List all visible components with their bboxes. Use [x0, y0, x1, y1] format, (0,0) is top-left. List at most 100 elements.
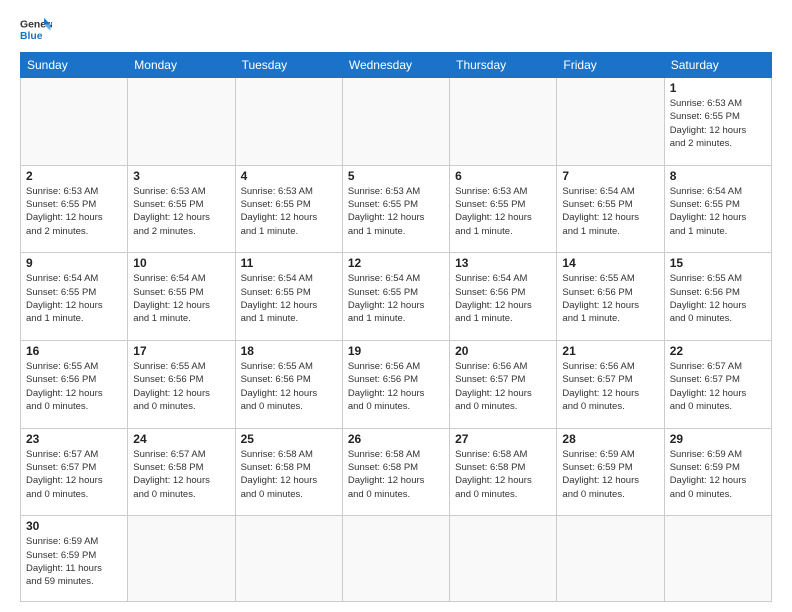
calendar-cell: 19 Sunrise: 6:56 AM Sunset: 6:56 PM Dayli…	[342, 341, 449, 429]
day-number: 5	[348, 169, 444, 183]
calendar-cell	[342, 516, 449, 602]
day-number: 9	[26, 256, 122, 270]
calendar-cell	[557, 516, 664, 602]
day-info: Sunrise: 6:57 AM Sunset: 6:57 PM Dayligh…	[670, 360, 766, 413]
day-number: 15	[670, 256, 766, 270]
day-info: Sunrise: 6:58 AM Sunset: 6:58 PM Dayligh…	[455, 448, 551, 501]
day-number: 28	[562, 432, 658, 446]
calendar-cell: 5 Sunrise: 6:53 AM Sunset: 6:55 PM Daylig…	[342, 165, 449, 253]
day-number: 6	[455, 169, 551, 183]
day-number: 29	[670, 432, 766, 446]
calendar-cell	[235, 516, 342, 602]
day-info: Sunrise: 6:54 AM Sunset: 6:55 PM Dayligh…	[133, 272, 229, 325]
day-number: 23	[26, 432, 122, 446]
calendar-cell	[342, 78, 449, 166]
generalblue-logo-icon: General Blue	[20, 16, 52, 44]
calendar-cell: 6 Sunrise: 6:53 AM Sunset: 6:55 PM Daylig…	[450, 165, 557, 253]
day-info: Sunrise: 6:57 AM Sunset: 6:58 PM Dayligh…	[133, 448, 229, 501]
day-number: 24	[133, 432, 229, 446]
calendar-cell: 18 Sunrise: 6:55 AM Sunset: 6:56 PM Dayli…	[235, 341, 342, 429]
day-info: Sunrise: 6:55 AM Sunset: 6:56 PM Dayligh…	[26, 360, 122, 413]
calendar-cell	[235, 78, 342, 166]
calendar-cell: 9 Sunrise: 6:54 AM Sunset: 6:55 PM Daylig…	[21, 253, 128, 341]
weekday-header-sunday: Sunday	[21, 53, 128, 78]
calendar-cell: 27 Sunrise: 6:58 AM Sunset: 6:58 PM Dayli…	[450, 428, 557, 516]
day-number: 8	[670, 169, 766, 183]
day-number: 14	[562, 256, 658, 270]
calendar-cell: 22 Sunrise: 6:57 AM Sunset: 6:57 PM Dayli…	[664, 341, 771, 429]
day-info: Sunrise: 6:55 AM Sunset: 6:56 PM Dayligh…	[670, 272, 766, 325]
calendar-cell: 2 Sunrise: 6:53 AM Sunset: 6:55 PM Daylig…	[21, 165, 128, 253]
calendar-cell: 26 Sunrise: 6:58 AM Sunset: 6:58 PM Dayli…	[342, 428, 449, 516]
day-info: Sunrise: 6:56 AM Sunset: 6:57 PM Dayligh…	[455, 360, 551, 413]
weekday-header-wednesday: Wednesday	[342, 53, 449, 78]
weekday-header-monday: Monday	[128, 53, 235, 78]
day-info: Sunrise: 6:54 AM Sunset: 6:55 PM Dayligh…	[670, 185, 766, 238]
calendar-table: SundayMondayTuesdayWednesdayThursdayFrid…	[20, 52, 772, 602]
day-number: 16	[26, 344, 122, 358]
day-info: Sunrise: 6:56 AM Sunset: 6:56 PM Dayligh…	[348, 360, 444, 413]
day-info: Sunrise: 6:54 AM Sunset: 6:55 PM Dayligh…	[241, 272, 337, 325]
day-number: 2	[26, 169, 122, 183]
calendar-cell: 1 Sunrise: 6:53 AM Sunset: 6:55 PM Daylig…	[664, 78, 771, 166]
day-info: Sunrise: 6:53 AM Sunset: 6:55 PM Dayligh…	[26, 185, 122, 238]
svg-text:Blue: Blue	[20, 31, 43, 42]
calendar-cell: 13Sunrise: 6:54 AM Sunset: 6:56 PM Dayli…	[450, 253, 557, 341]
weekday-header-tuesday: Tuesday	[235, 53, 342, 78]
day-number: 10	[133, 256, 229, 270]
day-number: 30	[26, 519, 122, 533]
day-info: Sunrise: 6:59 AM Sunset: 6:59 PM Dayligh…	[670, 448, 766, 501]
weekday-header-friday: Friday	[557, 53, 664, 78]
day-info: Sunrise: 6:54 AM Sunset: 6:56 PM Dayligh…	[455, 272, 551, 325]
day-number: 1	[670, 81, 766, 95]
day-info: Sunrise: 6:55 AM Sunset: 6:56 PM Dayligh…	[133, 360, 229, 413]
day-number: 12	[348, 256, 444, 270]
day-number: 19	[348, 344, 444, 358]
day-number: 3	[133, 169, 229, 183]
calendar-cell: 30 Sunrise: 6:59 AM Sunset: 6:59 PM Dayli…	[21, 516, 128, 602]
day-info: Sunrise: 6:53 AM Sunset: 6:55 PM Dayligh…	[348, 185, 444, 238]
day-info: Sunrise: 6:59 AM Sunset: 6:59 PM Dayligh…	[26, 535, 122, 588]
day-number: 11	[241, 256, 337, 270]
calendar-cell: 15 Sunrise: 6:55 AM Sunset: 6:56 PM Dayli…	[664, 253, 771, 341]
calendar-cell: 10 Sunrise: 6:54 AM Sunset: 6:55 PM Dayli…	[128, 253, 235, 341]
calendar-cell: 28 Sunrise: 6:59 AM Sunset: 6:59 PM Dayli…	[557, 428, 664, 516]
day-number: 25	[241, 432, 337, 446]
day-info: Sunrise: 6:53 AM Sunset: 6:55 PM Dayligh…	[670, 97, 766, 150]
calendar-cell: 20Sunrise: 6:56 AM Sunset: 6:57 PM Dayli…	[450, 341, 557, 429]
calendar-cell	[450, 516, 557, 602]
calendar-cell: 25Sunrise: 6:58 AM Sunset: 6:58 PM Dayli…	[235, 428, 342, 516]
day-info: Sunrise: 6:53 AM Sunset: 6:55 PM Dayligh…	[133, 185, 229, 238]
day-info: Sunrise: 6:54 AM Sunset: 6:55 PM Dayligh…	[348, 272, 444, 325]
day-info: Sunrise: 6:55 AM Sunset: 6:56 PM Dayligh…	[241, 360, 337, 413]
calendar-cell: 3 Sunrise: 6:53 AM Sunset: 6:55 PM Daylig…	[128, 165, 235, 253]
day-info: Sunrise: 6:53 AM Sunset: 6:55 PM Dayligh…	[455, 185, 551, 238]
calendar-cell: 12 Sunrise: 6:54 AM Sunset: 6:55 PM Dayli…	[342, 253, 449, 341]
day-info: Sunrise: 6:57 AM Sunset: 6:57 PM Dayligh…	[26, 448, 122, 501]
day-number: 27	[455, 432, 551, 446]
day-info: Sunrise: 6:54 AM Sunset: 6:55 PM Dayligh…	[562, 185, 658, 238]
calendar-cell: 4 Sunrise: 6:53 AM Sunset: 6:55 PM Daylig…	[235, 165, 342, 253]
day-number: 26	[348, 432, 444, 446]
day-info: Sunrise: 6:54 AM Sunset: 6:55 PM Dayligh…	[26, 272, 122, 325]
calendar-cell	[557, 78, 664, 166]
day-number: 18	[241, 344, 337, 358]
day-info: Sunrise: 6:58 AM Sunset: 6:58 PM Dayligh…	[348, 448, 444, 501]
calendar-cell	[450, 78, 557, 166]
day-number: 21	[562, 344, 658, 358]
day-info: Sunrise: 6:53 AM Sunset: 6:55 PM Dayligh…	[241, 185, 337, 238]
day-info: Sunrise: 6:55 AM Sunset: 6:56 PM Dayligh…	[562, 272, 658, 325]
weekday-header-saturday: Saturday	[664, 53, 771, 78]
calendar-cell	[21, 78, 128, 166]
weekday-header-thursday: Thursday	[450, 53, 557, 78]
calendar-cell	[128, 516, 235, 602]
calendar-cell: 24 Sunrise: 6:57 AM Sunset: 6:58 PM Dayli…	[128, 428, 235, 516]
calendar-cell: 29 Sunrise: 6:59 AM Sunset: 6:59 PM Dayli…	[664, 428, 771, 516]
day-info: Sunrise: 6:59 AM Sunset: 6:59 PM Dayligh…	[562, 448, 658, 501]
day-number: 7	[562, 169, 658, 183]
day-number: 4	[241, 169, 337, 183]
calendar-cell: 7 Sunrise: 6:54 AM Sunset: 6:55 PM Daylig…	[557, 165, 664, 253]
day-number: 22	[670, 344, 766, 358]
page: General Blue SundayMondayTuesdayWednesda…	[0, 0, 792, 612]
logo: General Blue	[20, 16, 52, 44]
